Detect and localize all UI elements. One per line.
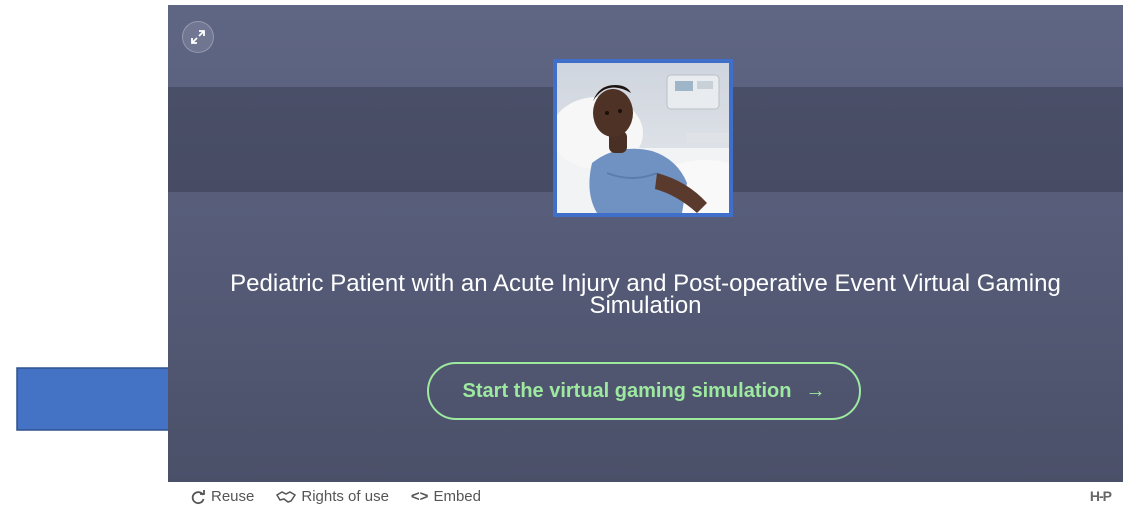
h5p-player: Pediatric Patient with an Acute Injury a… [168, 5, 1123, 482]
rights-of-use-button[interactable]: Rights of use [276, 488, 389, 505]
handshake-icon [276, 490, 297, 503]
arrow-icon: → [805, 379, 826, 402]
rights-of-use-label: Rights of use [301, 488, 389, 505]
h5p-footer: Reuse Rights of use <> Embed H-P [168, 482, 1123, 511]
reuse-button[interactable]: Reuse [190, 488, 254, 505]
embed-label: Embed [433, 488, 481, 505]
start-button-label: Start the virtual gaming simulation [462, 379, 792, 402]
patient-photo [557, 63, 729, 213]
page-title: Pediatric Patient with an Acute Injury a… [230, 270, 1061, 319]
embed-button[interactable]: <> Embed [411, 488, 481, 505]
h5p-logo[interactable]: H-P [1090, 488, 1112, 504]
fullscreen-button[interactable] [182, 21, 214, 53]
reuse-label: Reuse [211, 488, 255, 505]
start-simulation-button[interactable]: Start the virtual gaming simulation → [427, 362, 861, 420]
code-icon: <> [410, 488, 429, 505]
patient-image [553, 59, 733, 217]
expand-icon [191, 30, 205, 44]
refresh-icon [191, 489, 205, 504]
